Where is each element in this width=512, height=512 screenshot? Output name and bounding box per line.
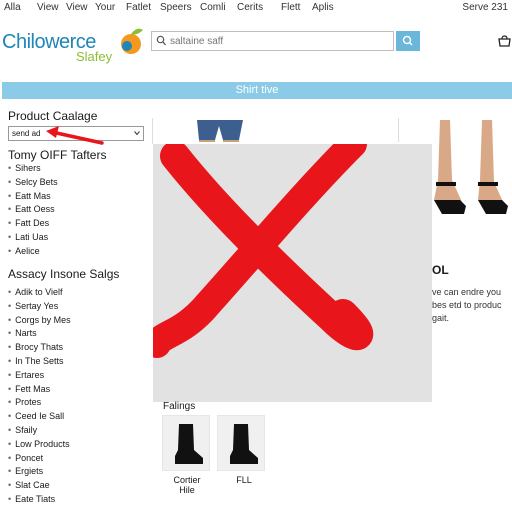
logo-icon[interactable] (115, 26, 145, 56)
nav-item[interactable]: Cerits (237, 2, 263, 13)
category-link[interactable]: • Ceed Ie Sall (8, 410, 71, 424)
product-thumbnail[interactable] (217, 415, 265, 471)
category-link[interactable]: • Lati Uas (8, 231, 58, 245)
ratings-label: Falings (163, 401, 196, 412)
catalog-title: Product Caalage (8, 109, 98, 123)
chevron-down-icon (134, 131, 140, 136)
nav-account-text[interactable]: Serve 231 (462, 2, 508, 13)
promo-text: bes etd to produc (432, 300, 502, 310)
boot-icon (175, 424, 203, 464)
nav-item[interactable]: View (66, 2, 88, 13)
nav-item[interactable]: Your (95, 2, 115, 13)
top-navigation: Alla View View Your Fatlet Speers Comli … (0, 0, 512, 16)
divider (152, 118, 153, 144)
category-link[interactable]: • Eate Tiats (8, 493, 71, 507)
nav-item[interactable]: Speers (160, 2, 192, 13)
search-input[interactable] (170, 33, 390, 49)
error-x-icon (153, 144, 374, 358)
nav-item[interactable]: View (37, 2, 59, 13)
category-link[interactable]: • Eatt Mas (8, 190, 58, 204)
category-heading: Assacy Insone Salgs (8, 267, 120, 281)
category-link[interactable]: • Aelice (8, 245, 58, 259)
nav-item[interactable]: Aplis (312, 2, 334, 13)
nav-item[interactable]: Comli (200, 2, 226, 13)
category-link[interactable]: • Fett Mas (8, 383, 71, 397)
product-image-sandals[interactable] (420, 120, 512, 220)
category-link[interactable]: • Ergiets (8, 465, 71, 479)
promo-text: gait. (432, 313, 450, 323)
category-link[interactable]: • In The Setts (8, 355, 71, 369)
product-name[interactable]: Cortier Hile (157, 475, 217, 495)
search-icon (402, 35, 413, 46)
category-link[interactable]: • Narts (8, 327, 71, 341)
promo-banner[interactable]: Shirt tive (2, 82, 512, 99)
product-name[interactable]: FLL (214, 475, 274, 485)
product-image-jeans[interactable] (163, 120, 273, 142)
boot-icon (230, 424, 258, 464)
promo-text: ve can endre you (432, 287, 502, 297)
category-link[interactable]: • Sihers (8, 162, 58, 176)
category-link[interactable]: • Ertares (8, 369, 71, 383)
category-link[interactable]: • Corgs by Mes (8, 314, 71, 328)
cart-icon[interactable] (498, 35, 512, 49)
category-link[interactable]: • Selcy Bets (8, 176, 58, 190)
category-heading: Tomy OIFF Tafters (8, 148, 107, 162)
search-bar[interactable] (151, 31, 394, 51)
nav-item[interactable]: Flett (281, 2, 300, 13)
category-list: • Sihers • Selcy Bets • Eatt Mas • Eatt Oess… (8, 162, 58, 259)
category-link[interactable]: • Poncet (8, 452, 71, 466)
category-link[interactable]: • Brocy Thats (8, 341, 71, 355)
nav-item[interactable]: Fatlet (126, 2, 151, 13)
category-link[interactable]: • Sertay Yes (8, 300, 71, 314)
category-link[interactable]: • Slat Cae (8, 479, 71, 493)
logo-tagline: Slafey (76, 49, 113, 64)
category-link[interactable]: • Low Products (8, 438, 71, 452)
search-icon (156, 35, 166, 46)
category-link[interactable]: • Eatt Oess (8, 203, 58, 217)
category-link[interactable]: • Protes (8, 396, 71, 410)
category-link[interactable]: • Fatt Des (8, 217, 58, 231)
annotation-arrow-icon (46, 126, 104, 145)
category-link[interactable]: • Adik to Vielf (8, 286, 71, 300)
nav-item[interactable]: Alla (4, 2, 21, 13)
category-list: • Adik to Vielf • Sertay Yes • Corgs by Mes… (8, 286, 71, 507)
search-button[interactable] (396, 31, 420, 51)
catalog-select-value: send ad (12, 129, 41, 138)
promo-title: OL (432, 263, 449, 277)
category-link[interactable]: • Sfaily (8, 424, 71, 438)
divider (398, 118, 399, 142)
product-thumbnail[interactable] (162, 415, 210, 471)
